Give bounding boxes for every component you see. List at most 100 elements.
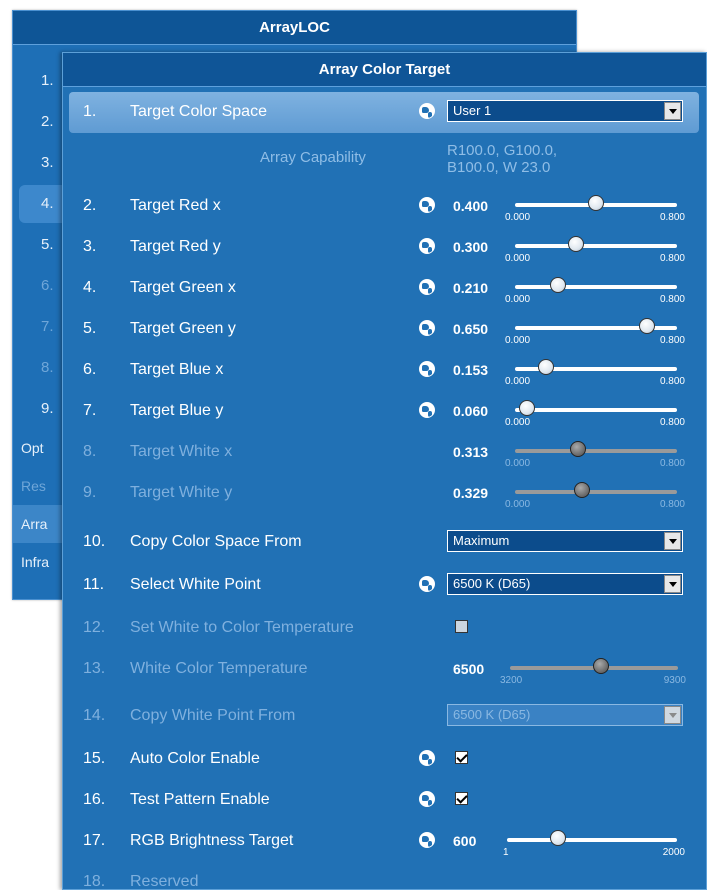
slider-knob[interactable] <box>588 195 604 211</box>
globe-icon <box>419 576 435 592</box>
globe-icon <box>419 320 435 336</box>
slider-knob <box>592 658 609 674</box>
globe-icon <box>419 238 435 254</box>
row-number: 12. <box>83 619 106 636</box>
target-green-x-slider[interactable]: 0.000 0.800 <box>505 276 685 306</box>
slider-knob[interactable] <box>519 400 536 416</box>
row-label: White Color Temperature <box>130 660 308 677</box>
row-label: RGB Brightness Target <box>130 832 294 849</box>
panel-title: Array Color Target <box>63 53 706 87</box>
slider-knob[interactable] <box>550 830 566 846</box>
slider-min: 0.000 <box>505 294 531 305</box>
target-white-y-slider: 0.000 0.800 <box>505 481 685 511</box>
slider-track[interactable] <box>515 285 677 289</box>
slider-knob <box>570 441 587 457</box>
row-label: Target Blue y <box>130 402 224 419</box>
slider-track[interactable] <box>507 838 677 842</box>
row-set-white-to-color-temperature: 12. Set White to Color Temperature <box>63 608 706 649</box>
target-blue-y-slider[interactable]: 0.000 0.800 <box>505 399 685 429</box>
row-label: Target Color Space <box>130 103 267 120</box>
slider-min: 0.000 <box>505 335 531 346</box>
set-white-to-color-temperature-checkbox <box>455 620 468 633</box>
row-rgb-brightness-target[interactable]: 17. RGB Brightness Target 600 1 2000 <box>63 821 706 862</box>
row-number: 7. <box>83 402 97 419</box>
slider-max: 0.800 <box>659 458 685 469</box>
test-pattern-enable-checkbox[interactable] <box>455 792 468 805</box>
target-red-y-slider[interactable]: 0.000 0.800 <box>505 235 685 265</box>
row-number: 5. <box>83 320 97 337</box>
row-number: 2. <box>83 197 97 214</box>
arrayloc-window-title: ArrayLOC <box>13 11 576 45</box>
row-white-color-temperature: 13. White Color Temperature 6500 3200 93… <box>63 649 706 690</box>
row-reserved: 18. Reserved <box>63 862 706 890</box>
array-capability-line-1: R100.0, G100.0, <box>447 142 558 159</box>
slider-knob[interactable] <box>549 277 566 293</box>
row-label: Target Red x <box>130 197 221 214</box>
target-green-y-slider[interactable]: 0.000 0.800 <box>505 317 685 347</box>
row-number: 10. <box>83 533 106 550</box>
slider-value: 6500 <box>453 661 485 677</box>
row-label: Select White Point <box>130 576 261 593</box>
slider-max: 0.800 <box>659 212 685 223</box>
array-capability-label: Array Capability <box>260 149 366 166</box>
slider-value: 0.300 <box>453 239 489 255</box>
slider-max: 0.800 <box>659 335 685 346</box>
auto-color-enable-checkbox[interactable] <box>455 751 468 764</box>
row-target-white-x: 8. Target White x 0.313 0.000 0.800 <box>63 432 706 473</box>
slider-value: 0.153 <box>453 362 489 378</box>
row-target-blue-y[interactable]: 7. Target Blue y 0.060 0.000 0.800 <box>63 391 706 432</box>
slider-knob[interactable] <box>638 318 655 334</box>
select-value: 6500 K (D65) <box>453 576 531 591</box>
row-target-blue-x[interactable]: 6. Target Blue x 0.153 0.000 0.800 <box>63 350 706 391</box>
row-auto-color-enable[interactable]: 15. Auto Color Enable <box>63 739 706 780</box>
row-test-pattern-enable[interactable]: 16. Test Pattern Enable <box>63 780 706 821</box>
row-label: Target White x <box>130 443 233 460</box>
slider-min: 0.000 <box>505 376 531 387</box>
chevron-down-icon[interactable] <box>664 102 681 120</box>
row-number: 4. <box>83 279 97 296</box>
slider-track <box>515 490 677 494</box>
slider-knob[interactable] <box>537 359 554 375</box>
row-number: 16. <box>83 791 106 808</box>
chevron-down-icon <box>664 706 681 724</box>
row-target-color-space[interactable]: 1. Target Color Space User 1 <box>69 92 699 133</box>
row-target-white-y: 9. Target White y 0.329 0.000 0.800 <box>63 473 706 514</box>
row-target-red-y[interactable]: 3. Target Red y 0.300 0.000 0.800 <box>63 227 706 268</box>
select-value: User 1 <box>453 103 492 118</box>
row-label: Target White y <box>130 484 233 501</box>
slider-track[interactable] <box>515 244 677 248</box>
row-number: 8. <box>83 443 97 460</box>
target-color-space-select[interactable]: User 1 <box>447 100 683 122</box>
slider-max: 0.800 <box>659 253 685 264</box>
copy-white-point-from-select: 6500 K (D65) <box>447 704 683 726</box>
copy-color-space-from-select[interactable]: Maximum <box>447 530 683 552</box>
row-number: 18. <box>83 873 106 890</box>
chevron-down-icon[interactable] <box>664 575 681 593</box>
select-white-point-select[interactable]: 6500 K (D65) <box>447 573 683 595</box>
globe-icon <box>419 832 435 848</box>
target-red-x-slider[interactable]: 0.000 0.800 <box>505 194 685 224</box>
slider-value: 0.400 <box>453 198 489 214</box>
row-select-white-point[interactable]: 11. Select White Point 6500 K (D65) <box>63 565 706 606</box>
row-target-red-x[interactable]: 2. Target Red x 0.400 0.000 0.800 <box>63 186 706 227</box>
white-color-temperature-slider: 3200 9300 <box>500 657 686 687</box>
row-copy-color-space-from[interactable]: 10. Copy Color Space From Maximum <box>63 522 706 563</box>
rgb-brightness-target-slider[interactable]: 1 2000 <box>503 829 685 859</box>
slider-knob[interactable] <box>567 236 584 252</box>
row-number: 15. <box>83 750 106 767</box>
slider-value: 0.210 <box>453 280 489 296</box>
row-target-green-y[interactable]: 5. Target Green y 0.650 0.000 0.800 <box>63 309 706 350</box>
slider-knob <box>573 482 590 498</box>
row-label: Target Green x <box>130 279 236 296</box>
chevron-down-icon[interactable] <box>664 532 681 550</box>
target-blue-x-slider[interactable]: 0.000 0.800 <box>505 358 685 388</box>
slider-track[interactable] <box>515 408 677 412</box>
row-number: 17. <box>83 832 106 849</box>
slider-max: 0.800 <box>659 294 685 305</box>
globe-icon <box>419 361 435 377</box>
array-capability-line-2: B100.0, W 23.0 <box>447 159 551 176</box>
array-capability: Array Capability R100.0, G100.0, B100.0,… <box>63 142 706 186</box>
row-number: 14. <box>83 707 106 724</box>
slider-min: 0.000 <box>505 458 531 469</box>
row-target-green-x[interactable]: 4. Target Green x 0.210 0.000 0.800 <box>63 268 706 309</box>
